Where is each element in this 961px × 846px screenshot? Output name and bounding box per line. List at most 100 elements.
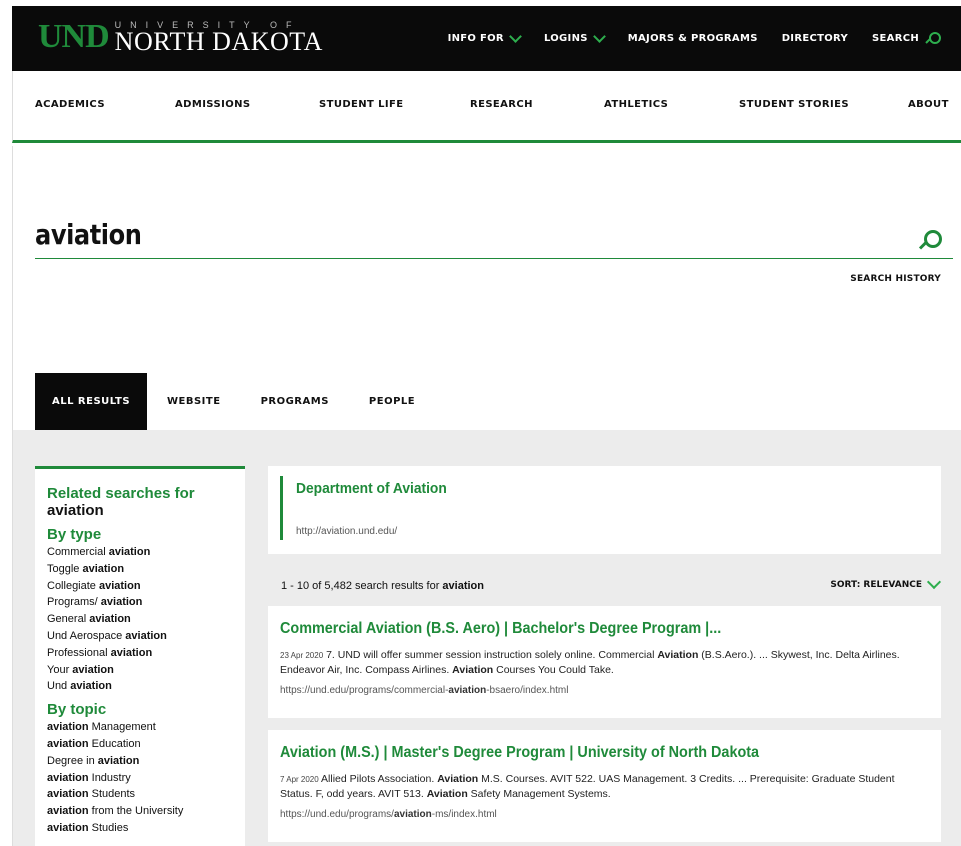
result-card: Aviation (M.S.) | Master's Degree Progra… <box>268 730 941 842</box>
related-search-term: aviation <box>98 579 141 592</box>
tab-programs[interactable]: PROGRAMS <box>241 373 349 430</box>
snippet-text: Courses You Could Take. <box>493 664 614 676</box>
logo-und-mark: UND <box>38 18 110 55</box>
result-title-link[interactable]: Aviation (M.S.) | Master's Degree Progra… <box>280 744 864 762</box>
related-search-link[interactable]: aviation Education <box>47 736 233 753</box>
related-search-text: Degree in <box>47 754 98 767</box>
result-count: 1 - 10 of 5,482 search results for aviat… <box>281 580 484 592</box>
result-snippet: 7 Apr 2020 Allied Pilots Association. Av… <box>280 772 929 802</box>
related-search-link[interactable]: Your aviation <box>47 662 233 679</box>
url-text: -ms/index.html <box>431 809 497 820</box>
related-search-text: from the University <box>88 805 184 818</box>
search-icon[interactable] <box>919 230 942 252</box>
url-text: -bsaero/index.html <box>486 685 569 696</box>
result-snippet: 23 Apr 2020 7. UND will offer summer ses… <box>280 648 929 678</box>
related-search-term: aviation <box>70 680 112 693</box>
nav-research[interactable]: RESEARCH <box>470 99 533 110</box>
nav-about[interactable]: ABOUT <box>908 99 949 110</box>
sort-dropdown[interactable]: SORT: RELEVANCE <box>830 574 942 590</box>
related-searches-heading: Related searches for <box>47 485 195 502</box>
featured-result: Department of Aviation http://aviation.u… <box>268 466 941 554</box>
chevron-down-icon <box>592 29 606 43</box>
related-search-link[interactable]: aviation Studies <box>47 820 233 837</box>
result-url[interactable]: https://und.edu/programs/commercial-avia… <box>280 685 929 696</box>
search-link[interactable]: SEARCH <box>872 32 941 45</box>
tab-website[interactable]: WEBSITE <box>147 373 241 430</box>
related-search-link[interactable]: aviation Industry <box>47 770 233 787</box>
nav-athletics[interactable]: ATHLETICS <box>604 99 668 110</box>
info-for-link[interactable]: INFO FOR <box>448 29 522 44</box>
related-search-term: aviation <box>72 663 114 676</box>
search-history-link[interactable]: SEARCH HISTORY <box>850 274 941 284</box>
by-type-list: Commercial aviation Toggle aviation Colleg… <box>47 544 233 695</box>
highlighted-term: aviation <box>448 685 487 696</box>
related-search-link[interactable]: Toggle aviation <box>47 561 233 578</box>
related-search-link[interactable]: aviation Students <box>47 786 233 803</box>
tab-people[interactable]: PEOPLE <box>349 373 435 430</box>
related-search-text: Und Aerospace <box>47 629 126 642</box>
search-icon <box>926 32 941 45</box>
related-search-link[interactable]: Collegiate aviation <box>47 578 233 595</box>
results-area: Related searches for aviation By type Co… <box>12 430 961 846</box>
by-topic-heading: By topic <box>47 701 107 719</box>
related-search-text: Students <box>88 788 136 801</box>
by-type-heading: By type <box>47 526 102 543</box>
top-bar: UND UNIVERSITY OF NORTH DAKOTA INFO FOR … <box>12 6 961 71</box>
result-url[interactable]: https://und.edu/programs/aviation-ms/ind… <box>280 809 929 820</box>
result-title-link[interactable]: Commercial Aviation (B.S. Aero) | Bachel… <box>280 620 864 638</box>
by-topic-list: aviation Management aviation Education Deg… <box>47 719 233 837</box>
search-input[interactable]: aviation <box>35 218 142 251</box>
related-search-text: Management <box>88 721 156 734</box>
related-search-link[interactable]: Degree in aviation <box>47 753 233 770</box>
snippet-text: Safety Management Systems. <box>467 788 611 800</box>
related-search-link[interactable]: Programs/ aviation <box>47 594 233 611</box>
result-tabs: ALL RESULTS WEBSITE PROGRAMS PEOPLE <box>35 373 435 430</box>
related-search-link[interactable]: Und aviation <box>47 678 233 695</box>
main-nav: ACADEMICS ADMISSIONS STUDENT LIFE RESEAR… <box>12 71 961 143</box>
chevron-down-icon <box>509 29 522 43</box>
related-search-text: General <box>47 613 90 626</box>
highlighted-term: Aviation <box>426 788 468 800</box>
related-search-link[interactable]: aviation Management <box>47 719 233 736</box>
related-search-text: Your <box>47 663 73 676</box>
result-date: 23 Apr 2020 <box>280 651 324 660</box>
related-search-term: aviation <box>47 737 89 750</box>
search-section: aviation SEARCH HISTORY ALL RESULTS WEBS… <box>12 146 961 430</box>
tab-all-results[interactable]: ALL RESULTS <box>35 373 147 430</box>
url-text: https://und.edu/programs/ <box>280 809 394 820</box>
nav-admissions[interactable]: ADMISSIONS <box>175 99 250 110</box>
logo-north-dakota: NORTH DAKOTA <box>114 27 323 56</box>
related-search-link[interactable]: Professional aviation <box>47 645 233 662</box>
related-search-link[interactable]: Und Aerospace aviation <box>47 628 233 645</box>
nav-academics[interactable]: ACADEMICS <box>35 99 105 110</box>
related-search-text: Professional <box>47 646 111 659</box>
related-search-term: aviation <box>47 788 89 801</box>
related-search-text: Industry <box>88 771 131 784</box>
majors-programs-link[interactable]: MAJORS & PROGRAMS <box>628 33 758 44</box>
related-search-term: aviation <box>110 646 153 659</box>
nav-student-stories[interactable]: STUDENT STORIES <box>739 99 849 110</box>
highlighted-term: Aviation <box>657 649 699 661</box>
featured-url[interactable]: http://aviation.und.edu/ <box>296 526 397 537</box>
related-searches-query: aviation <box>47 502 104 519</box>
related-search-term: aviation <box>100 596 143 609</box>
related-search-link[interactable]: General aviation <box>47 611 233 628</box>
related-search-term: aviation <box>47 805 89 818</box>
nav-student-life[interactable]: STUDENT LIFE <box>319 99 404 110</box>
highlighted-term: Aviation <box>437 773 479 785</box>
related-search-link[interactable]: Commercial aviation <box>47 544 233 561</box>
related-search-term: aviation <box>47 721 89 734</box>
related-search-term: aviation <box>108 546 151 558</box>
snippet-text: Allied Pilots Association. <box>318 773 438 785</box>
related-search-term: aviation <box>89 613 131 626</box>
und-logo[interactable]: UND UNIVERSITY OF NORTH DAKOTA <box>38 18 323 56</box>
highlighted-term: aviation <box>393 809 432 820</box>
featured-title-link[interactable]: Department of Aviation <box>296 480 447 497</box>
related-search-term: aviation <box>82 562 125 575</box>
search-underline <box>35 258 953 259</box>
featured-accent-bar <box>280 476 283 540</box>
related-search-link[interactable]: aviation from the University <box>47 803 233 820</box>
logins-link[interactable]: LOGINS <box>544 29 606 44</box>
directory-link[interactable]: DIRECTORY <box>782 33 848 44</box>
related-searches-panel: Related searches for aviation By type Co… <box>35 466 245 846</box>
